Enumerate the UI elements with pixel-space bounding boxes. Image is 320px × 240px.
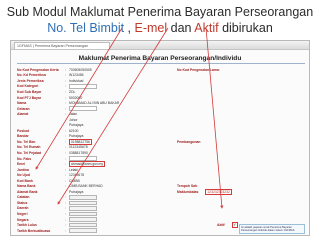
field-input[interactable] bbox=[69, 217, 97, 222]
field-label: Tarikh Lulus bbox=[17, 223, 37, 228]
title-part-dibirukan: dibirukan bbox=[218, 21, 273, 35]
field-value: Putrajaya bbox=[69, 189, 84, 194]
slide-title-line2: No. Tel Bimbit , E-mel dan Aktif dibiruk… bbox=[0, 20, 320, 36]
right-row-aktif: Aktif : Y bbox=[217, 221, 238, 228]
field-value: 12345678 bbox=[69, 173, 85, 178]
field-input[interactable] bbox=[69, 106, 97, 111]
field-label: Jenis Pemeriksa bbox=[17, 78, 44, 83]
field-value: 700505050505 bbox=[69, 67, 92, 72]
field-label: Poskod bbox=[17, 128, 30, 133]
field-label: Kod PTJ Bayar bbox=[17, 95, 42, 100]
field-value: MOHAMAD ALI BIN ABU BAKAR bbox=[69, 101, 120, 106]
field-value: Lelaki bbox=[69, 167, 78, 172]
field-value: CIMBB bbox=[69, 178, 80, 183]
field-value: Putrajaya bbox=[69, 123, 84, 128]
left-field-column: No Kod Pengenalan Kerta:700505050505 No. … bbox=[17, 67, 177, 233]
title-part-tel: No. Tel Bimbit bbox=[47, 21, 125, 35]
field-label: No. Kd Pemeriksa bbox=[17, 73, 46, 78]
slide-title: Sub Modul Maklumat Penerima Bayaran Pers… bbox=[0, 4, 320, 36]
field-value: Putrajaya bbox=[69, 134, 84, 139]
field-input[interactable] bbox=[69, 206, 97, 211]
tempoh-label: Tempoh Sah bbox=[177, 183, 198, 188]
field-label: Alamat Bank bbox=[17, 189, 38, 194]
right-row-pembangunan: Pembangunan : bbox=[177, 139, 202, 144]
field-value: ahmad@anm.gov.my bbox=[69, 161, 106, 168]
field-label: Negeri bbox=[17, 211, 28, 216]
info-note: Ini adalah paparan untuk Penerima Bayara… bbox=[239, 224, 305, 234]
field-label: Bandar bbox=[17, 134, 29, 139]
field-value: 62100 bbox=[69, 128, 79, 133]
maklumbalas-value: 123232323232 bbox=[205, 188, 232, 195]
field-label: Nama Bank bbox=[17, 184, 36, 189]
field-value: 0388817890 bbox=[69, 150, 88, 155]
right-row-old-ic: No Kod Pengenalan Lama : bbox=[177, 67, 220, 72]
field-label: Negara bbox=[17, 217, 29, 222]
title-part-aktif: Aktif bbox=[194, 21, 219, 35]
field-value: CIMB BANK BERHAD bbox=[69, 184, 103, 189]
field-input[interactable] bbox=[69, 156, 97, 161]
field-label: No Ujud bbox=[17, 173, 30, 178]
form-screenshot: 1GFMAS | Penerima Bayaran Perseorangan M… bbox=[10, 40, 310, 236]
field-label: Alamat bbox=[17, 112, 29, 117]
title-part-comma: , bbox=[124, 21, 135, 35]
field-value: 0198812756 bbox=[69, 138, 92, 145]
field-input[interactable] bbox=[69, 228, 97, 233]
field-input[interactable] bbox=[69, 211, 97, 217]
aktif-value: Y bbox=[231, 221, 238, 228]
field-label: Nama bbox=[17, 101, 27, 106]
field-label: Emel bbox=[17, 162, 26, 167]
browser-tab-bar: 1GFMAS | Penerima Bayaran Perseorangan bbox=[11, 41, 309, 50]
field-label: Kod Kategori bbox=[17, 84, 39, 89]
field-label: Jantina bbox=[17, 167, 29, 172]
field-label: No. Faks bbox=[17, 156, 32, 161]
field-label: Tarikh Berkuatkuasa bbox=[17, 228, 51, 233]
left-form-row: Tarikh Berkuatkuasa: bbox=[17, 228, 177, 234]
field-value: W123456 bbox=[69, 73, 84, 78]
field-label: Gelaran bbox=[17, 106, 30, 111]
field-label: Kod Bank bbox=[17, 178, 33, 183]
browser-tab[interactable]: 1GFMAS | Penerima Bayaran Perseorangan bbox=[14, 41, 110, 49]
field-input[interactable] bbox=[69, 222, 97, 228]
field-input[interactable] bbox=[69, 84, 97, 89]
title-part-emel: E-mel bbox=[134, 21, 168, 35]
field-label: Kod Sub Bayar bbox=[17, 89, 42, 94]
slide-title-line1: Sub Modul Maklumat Penerima Bayaran Pers… bbox=[6, 5, 314, 19]
title-part-dan: dan bbox=[167, 21, 195, 35]
pembangunan-label: Pembangunan bbox=[177, 139, 201, 144]
field-label: Catatan bbox=[17, 195, 30, 200]
field-value: Jalan bbox=[69, 112, 78, 117]
field-input[interactable] bbox=[69, 195, 97, 200]
maklumbalas-label: Maklumbalas bbox=[177, 189, 199, 194]
field-value: 5002000 bbox=[69, 95, 83, 100]
field-label: No. Tel Rumah bbox=[17, 145, 41, 150]
field-value: Johor bbox=[69, 117, 78, 122]
right-row-tempoh: Tempoh Sah : bbox=[177, 183, 199, 188]
field-label: Status bbox=[17, 200, 28, 205]
field-label: Daerah bbox=[17, 206, 29, 211]
field-value: 0112345678 bbox=[69, 145, 88, 150]
heading-divider bbox=[17, 63, 305, 64]
field-label: No. Tel Bim bbox=[17, 139, 36, 144]
field-value: Individual bbox=[69, 78, 84, 83]
field-value: ZDL bbox=[69, 89, 76, 94]
field-label: No. Tel Pejabat bbox=[17, 150, 42, 155]
aktif-label: Aktif bbox=[217, 222, 225, 227]
field-input[interactable] bbox=[69, 200, 97, 206]
right-row-maklumbalas: Maklumbalas : 123232323232 bbox=[177, 188, 232, 195]
field-label: No Kod Pengenalan Kerta bbox=[17, 67, 59, 72]
old-ic-label: No Kod Pengenalan Lama bbox=[177, 67, 219, 72]
